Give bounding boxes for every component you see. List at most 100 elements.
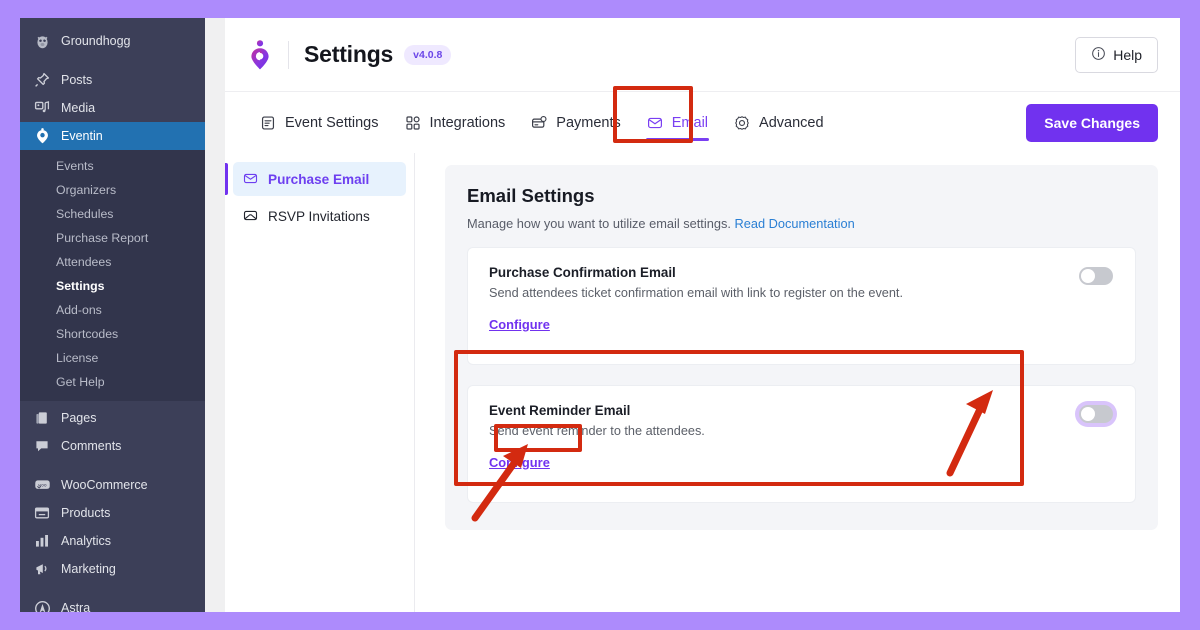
toggle-purchase-confirmation-email[interactable] <box>1079 267 1113 285</box>
email-row-title: Purchase Confirmation Email <box>489 265 676 280</box>
sidebar-item-label: WooCommerce <box>61 478 148 492</box>
envelope-icon <box>243 171 259 187</box>
sidebar-item-astra[interactable]: Astra <box>20 594 205 612</box>
help-button[interactable]: Help <box>1075 36 1158 73</box>
wp-admin-sidebar: Groundhogg Posts Media Eventin Events Or… <box>20 18 213 612</box>
submenu-item-events[interactable]: Events <box>20 154 205 178</box>
tab-label: Email <box>671 114 709 131</box>
section-subtitle-text: Manage how you want to utilize email set… <box>467 216 731 231</box>
submenu-item-shortcodes[interactable]: Shortcodes <box>20 322 205 346</box>
sidebar-item-label: Pages <box>61 411 97 425</box>
email-row-title: Event Reminder Email <box>489 403 631 418</box>
analytics-icon <box>33 532 51 550</box>
email-row-description: Send event reminder to the attendees. <box>489 424 705 438</box>
email-settings-card: Email Settings Manage how you want to ut… <box>445 165 1158 530</box>
email-row-description: Send attendees ticket confirmation email… <box>489 286 903 300</box>
sidebar-item-eventin[interactable]: Eventin <box>20 122 213 150</box>
submenu-item-attendees[interactable]: Attendees <box>20 250 205 274</box>
sidebar-divider-3 <box>20 583 205 594</box>
tab-label: Integrations <box>429 114 506 131</box>
sidebar-item-groundhogg[interactable]: Groundhogg <box>20 27 205 55</box>
tab-label: Event Settings <box>285 114 379 131</box>
sidebar-item-label: Posts <box>61 73 93 87</box>
pin-icon <box>33 71 51 89</box>
submenu-item-license[interactable]: License <box>20 346 205 370</box>
sidebar-item-woocommerce[interactable]: woo WooCommerce <box>20 471 205 499</box>
eventin-submenu: Events Organizers Schedules Purchase Rep… <box>20 150 205 401</box>
read-documentation-link[interactable]: Read Documentation <box>734 216 854 231</box>
sidebar-item-label: Marketing <box>61 562 116 576</box>
email-row-event-reminder: Event Reminder Email Send event reminder… <box>467 385 1136 503</box>
sub-nav-item-rsvp-invitations[interactable]: RSVP Invitations <box>233 199 406 233</box>
eventin-logo-icon <box>251 39 269 69</box>
woocommerce-icon: woo <box>33 476 51 494</box>
tab-advanced[interactable]: Advanced <box>721 92 837 154</box>
sidebar-item-posts[interactable]: Posts <box>20 66 205 94</box>
info-circle-icon <box>1091 46 1106 64</box>
tab-email[interactable]: Email <box>634 92 721 154</box>
plugin-header: Settings v4.0.8 Help <box>225 18 1180 91</box>
envelope-open-icon <box>243 208 259 224</box>
sidebar-item-products[interactable]: Products <box>20 499 205 527</box>
sub-nav-item-purchase-email[interactable]: Purchase Email <box>225 162 406 196</box>
sidebar-item-comments[interactable]: Comments <box>20 432 205 460</box>
save-changes-button[interactable]: Save Changes <box>1026 103 1158 142</box>
eventin-icon <box>33 127 51 145</box>
email-sub-nav: Purchase Email RSVP Invitations <box>225 153 415 612</box>
toggle-event-reminder-email[interactable] <box>1079 405 1113 423</box>
email-row-purchase-confirmation: Purchase Confirmation Email Send attende… <box>467 247 1136 365</box>
envelope-icon <box>647 114 664 131</box>
document-icon <box>260 114 277 131</box>
eventin-settings-page: Settings v4.0.8 Help Event Settings Inte… <box>205 18 1180 612</box>
credit-card-icon <box>531 114 548 131</box>
tab-label: Payments <box>556 114 621 131</box>
settings-tabbar: Event Settings Integrations Payments Ema… <box>225 91 1180 153</box>
comments-icon <box>33 437 51 455</box>
sidebar-item-pages[interactable]: Pages <box>20 404 205 432</box>
browser-frame: Groundhogg Posts Media Eventin Events Or… <box>20 18 1180 612</box>
sidebar-divider <box>20 55 205 66</box>
submenu-item-add-ons[interactable]: Add-ons <box>20 298 205 322</box>
sidebar-item-analytics[interactable]: Analytics <box>20 527 205 555</box>
sidebar-item-label: Groundhogg <box>61 34 131 48</box>
media-icon <box>33 99 51 117</box>
toggle-knob <box>1081 269 1095 283</box>
sidebar-item-label: Products <box>61 506 111 520</box>
configure-link-purchase-confirmation[interactable]: Configure <box>489 317 550 332</box>
submenu-item-get-help[interactable]: Get Help <box>20 370 205 394</box>
sidebar-item-label: Media <box>61 101 96 115</box>
marketing-icon <box>33 560 51 578</box>
help-button-label: Help <box>1113 46 1142 63</box>
sidebar-item-marketing[interactable]: Marketing <box>20 555 205 583</box>
sidebar-item-media[interactable]: Media <box>20 94 205 122</box>
svg-text:woo: woo <box>38 483 47 488</box>
submenu-item-purchase-report[interactable]: Purchase Report <box>20 226 205 250</box>
pages-icon <box>33 409 51 427</box>
tab-event-settings[interactable]: Event Settings <box>247 92 392 154</box>
submenu-item-schedules[interactable]: Schedules <box>20 202 205 226</box>
submenu-item-organizers[interactable]: Organizers <box>20 178 205 202</box>
tab-integrations[interactable]: Integrations <box>392 92 519 154</box>
submenu-item-settings[interactable]: Settings <box>20 274 205 298</box>
sub-nav-label: RSVP Invitations <box>268 208 370 224</box>
sub-nav-label: Purchase Email <box>268 171 370 187</box>
version-badge: v4.0.8 <box>404 44 452 65</box>
astra-icon <box>33 599 51 612</box>
gear-icon <box>734 114 751 131</box>
tab-payments[interactable]: Payments <box>518 92 633 154</box>
page-title: Settings <box>304 41 394 67</box>
products-icon <box>33 504 51 522</box>
sidebar-item-label: Comments <box>61 439 122 453</box>
tab-label: Advanced <box>759 114 824 131</box>
email-settings-pane: Email Settings Manage how you want to ut… <box>415 153 1180 612</box>
grid-dots-icon <box>405 114 422 131</box>
brand: Settings v4.0.8 <box>247 39 452 70</box>
configure-link-event-reminder[interactable]: Configure <box>489 455 550 470</box>
settings-body: Purchase Email RSVP Invitations Email Se… <box>225 153 1180 612</box>
sidebar-divider-2 <box>20 460 205 471</box>
section-subtitle: Manage how you want to utilize email set… <box>467 216 1136 231</box>
brand-divider <box>288 40 289 69</box>
toggle-knob <box>1081 407 1095 421</box>
section-title: Email Settings <box>467 185 595 206</box>
groundhogg-icon <box>33 32 51 50</box>
